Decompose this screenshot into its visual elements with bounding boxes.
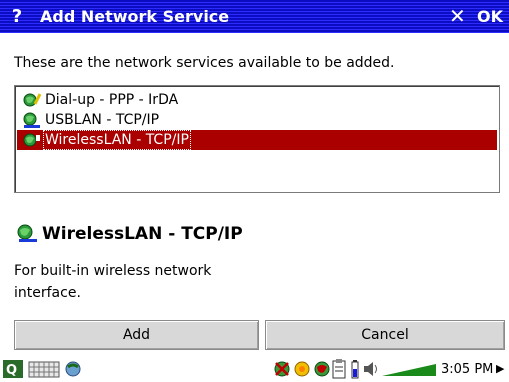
svg-text:Q: Q [6,363,17,378]
list-item-usblan[interactable]: USBLAN - TCP/IP [17,110,497,130]
network-settings-icon[interactable] [62,359,84,379]
list-item-dialup[interactable]: Dial-up - PPP - IrDA [17,90,497,110]
usb-network-icon [23,112,40,128]
chevron-right-icon[interactable]: ▶ [496,362,504,375]
clipboard-icon[interactable] [332,359,346,379]
intro-text: These are the network services available… [14,55,395,71]
list-item-label: USBLAN - TCP/IP [45,112,160,128]
taskbar: Q 3:05 PM ▶ [0,356,509,382]
battery-icon[interactable] [350,359,360,379]
list-item-wirelesslan[interactable]: WirelessLAN - TCP/IP [17,130,497,150]
wireless-network-icon [23,133,40,147]
close-button[interactable]: ✕ [449,4,466,28]
window-title: Add Network Service [40,7,230,26]
ok-button[interactable]: OK [477,7,503,26]
add-button[interactable]: Add [14,320,259,350]
keyboard-icon[interactable] [28,359,60,379]
wireless-status-icon[interactable] [272,359,292,379]
service-detail-description: For built-in wireless network interface. [14,263,212,301]
wireless-network-icon [17,224,37,242]
help-button[interactable]: ? [10,6,24,27]
sun-icon[interactable] [292,359,312,379]
volume-level-icon[interactable] [380,359,438,379]
clock[interactable]: 3:05 PM [441,362,493,377]
start-menu-icon[interactable]: Q [2,359,24,379]
title-bar: ? Add Network Service ✕ OK [0,0,509,33]
dialup-network-icon [23,93,41,107]
network-status-icon[interactable] [312,359,332,379]
service-detail-title: WirelessLAN - TCP/IP [42,224,243,244]
list-item-label: Dial-up - PPP - IrDA [45,92,179,108]
service-list[interactable]: Dial-up - PPP - IrDA USBLAN - TCP/IP Wir… [14,85,500,193]
cancel-button[interactable]: Cancel [265,320,505,350]
list-item-label: WirelessLAN - TCP/IP [43,130,191,150]
speaker-icon[interactable] [362,359,380,379]
